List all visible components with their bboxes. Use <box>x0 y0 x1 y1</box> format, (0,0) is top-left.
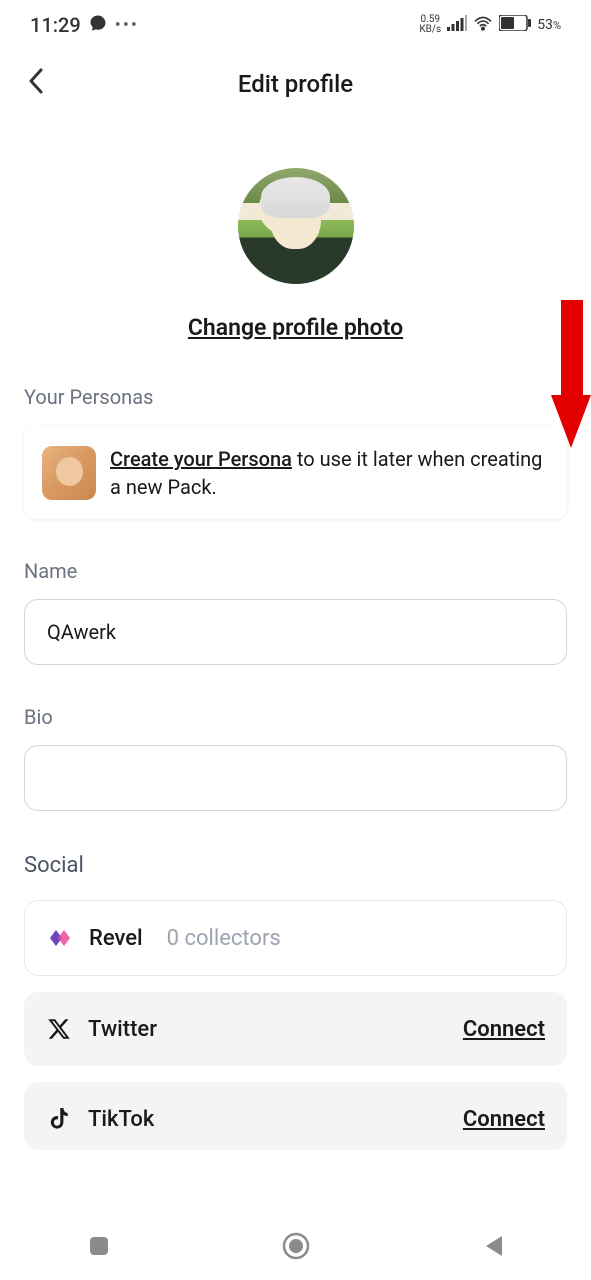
create-persona-link[interactable]: Create your Persona <box>110 447 292 471</box>
battery-percent: 53% <box>537 17 561 33</box>
social-tiktok-card: TikTok Connect <box>24 1082 567 1150</box>
page-title: Edit profile <box>24 70 567 98</box>
bio-field-label: Bio <box>24 705 567 729</box>
nav-recent-button[interactable] <box>84 1231 114 1261</box>
profile-section: Change profile photo <box>0 118 591 371</box>
persona-sample-avatar <box>42 446 96 500</box>
tiktok-name: TikTok <box>88 1107 154 1132</box>
twitter-icon <box>46 1016 72 1042</box>
arrow-annotation <box>551 300 591 450</box>
tiktok-connect-button[interactable]: Connect <box>463 1107 545 1132</box>
twitter-connect-button[interactable]: Connect <box>463 1017 545 1042</box>
nav-home-button[interactable] <box>281 1231 311 1261</box>
personas-section-label: Your Personas <box>24 385 567 409</box>
twitter-name: Twitter <box>88 1017 157 1042</box>
name-field-label: Name <box>24 559 567 583</box>
battery-icon <box>499 15 531 35</box>
revel-name: Revel <box>89 926 143 951</box>
bio-input[interactable] <box>24 745 567 811</box>
header: Edit profile <box>0 50 591 118</box>
signal-icon <box>447 15 467 35</box>
nav-back-button[interactable] <box>478 1231 508 1261</box>
tiktok-icon <box>46 1106 72 1132</box>
change-photo-link[interactable]: Change profile photo <box>188 314 403 341</box>
social-section-label: Social <box>24 853 567 878</box>
wifi-icon <box>473 15 493 35</box>
status-time: 11:29 <box>30 13 81 37</box>
persona-create-text: Create your Persona to use it later when… <box>110 445 549 501</box>
persona-create-card[interactable]: Create your Persona to use it later when… <box>24 427 567 519</box>
name-input[interactable] <box>24 599 567 665</box>
revel-collectors: 0 collectors <box>167 926 281 951</box>
revel-icon <box>47 925 73 951</box>
more-icon: ••• <box>115 15 139 36</box>
profile-avatar[interactable] <box>238 168 354 284</box>
social-revel-card[interactable]: Revel 0 collectors <box>24 900 567 976</box>
social-twitter-card: Twitter Connect <box>24 992 567 1066</box>
back-button[interactable] <box>28 68 44 101</box>
data-speed: 0.59 KB/s <box>419 15 441 35</box>
status-bar: 11:29 ••• 0.59 KB/s 53% <box>0 0 591 50</box>
chat-icon <box>89 14 107 37</box>
system-nav-bar <box>0 1212 591 1280</box>
